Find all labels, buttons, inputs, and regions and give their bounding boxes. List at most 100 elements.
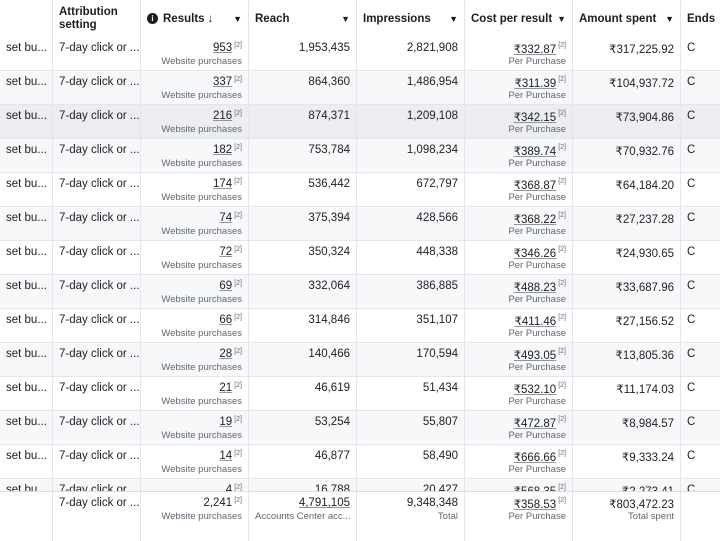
results-value[interactable]: 182	[213, 144, 232, 156]
results-value[interactable]: 74	[219, 212, 232, 224]
table-row[interactable]: set bu... 7-day click or ... 337 [2] Website…	[0, 71, 720, 105]
reach-cell: 375,394	[249, 207, 357, 241]
table-row[interactable]: set bu... 7-day click or ... 66 [2] Website …	[0, 309, 720, 343]
results-value[interactable]: 14	[219, 450, 232, 462]
results-value[interactable]: 72	[219, 246, 232, 258]
table-row[interactable]: set bu... 7-day click or ... 14 [2] Website …	[0, 445, 720, 479]
cost-cell: ₹472.87 [2] Per Purchase	[465, 411, 573, 445]
cost-cell: ₹532.10 [2] Per Purchase	[465, 377, 573, 411]
table-row[interactable]: set bu... 7-day click or ... 74 [2] Website …	[0, 207, 720, 241]
table-row[interactable]: set bu... 7-day click or ... 69 [2] Website …	[0, 275, 720, 309]
totals-cost[interactable]: ₹358.53	[514, 499, 557, 511]
amount-spent-cell: ₹27,156.52	[573, 309, 681, 343]
chevron-down-icon[interactable]: ▼	[341, 14, 350, 24]
table-row[interactable]: set bu... 7-day click or ... 953 [2] Website…	[0, 37, 720, 71]
amount-spent-cell: ₹11,174.03	[573, 377, 681, 411]
campaign-name[interactable]: set bu...	[6, 280, 47, 292]
cost-value[interactable]: ₹532.10	[514, 384, 557, 396]
cost-value[interactable]: ₹472.87	[514, 418, 557, 430]
results-value[interactable]: 174	[213, 178, 232, 190]
results-value[interactable]: 21	[219, 382, 232, 394]
cost-badge: [2]	[558, 76, 566, 83]
cost-value[interactable]: ₹488.23	[514, 282, 557, 294]
cost-value-wrap: ₹666.66 [2]	[471, 450, 566, 464]
cost-value[interactable]: ₹411.46	[515, 316, 557, 328]
cost-value[interactable]: ₹311.39	[515, 78, 557, 90]
cost-per-result-header[interactable]: Cost per result ▼	[465, 0, 573, 37]
table-row[interactable]: set bu... 7-day click or ... 182 [2] Website…	[0, 139, 720, 173]
table-row[interactable]: set bu... 7-day click or ... 216 [2] Website…	[0, 105, 720, 139]
campaign-name[interactable]: set bu...	[6, 416, 47, 428]
cost-value[interactable]: ₹332.87	[514, 44, 557, 56]
campaign-name[interactable]: set bu...	[6, 382, 47, 394]
ends-header[interactable]: Ends	[681, 0, 720, 37]
results-value[interactable]: 337	[213, 76, 232, 88]
totals-reach[interactable]: 4,791,105	[299, 497, 350, 509]
cost-value-wrap: ₹488.23 [2]	[471, 280, 566, 294]
amount-spent-cell: ₹73,904.86	[573, 105, 681, 139]
cost-value[interactable]: ₹346.26	[514, 248, 557, 260]
chevron-down-icon[interactable]: ▼	[665, 14, 674, 24]
amount-spent-value: ₹11,174.03	[616, 384, 674, 396]
cost-badge: [2]	[558, 314, 566, 321]
impressions-cell: 55,807	[357, 411, 465, 445]
ends-cell: C	[681, 173, 720, 207]
reach-cell: 53,254	[249, 411, 357, 445]
cost-value[interactable]: ₹368.87	[514, 180, 557, 192]
amount-spent-cell: ₹64,184.20	[573, 173, 681, 207]
cost-value[interactable]: ₹666.66	[514, 452, 557, 464]
campaign-name[interactable]: set bu...	[6, 314, 47, 326]
results-badge: [2]	[234, 348, 242, 355]
chevron-down-icon[interactable]: ▼	[233, 14, 242, 24]
table-row[interactable]: set bu... 7-day click or ... 21 [2] Website …	[0, 377, 720, 411]
table-row[interactable]: set bu... 7-day click or ... 174 [2] Website…	[0, 173, 720, 207]
campaign-name[interactable]: set bu...	[6, 144, 47, 156]
cost-cell: ₹368.22 [2] Per Purchase	[465, 207, 573, 241]
totals-results-sub: Website purchases	[161, 511, 242, 522]
campaign-name-cell: set bu...	[0, 105, 53, 139]
cost-sub: Per Purchase	[508, 192, 566, 203]
impressions-cell: 1,098,234	[357, 139, 465, 173]
results-value[interactable]: 19	[219, 416, 232, 428]
results-header[interactable]: i Results ↓ ▼	[141, 0, 249, 37]
chevron-down-icon[interactable]: ▼	[557, 14, 566, 24]
results-value[interactable]: 69	[219, 280, 232, 292]
campaign-name[interactable]: set bu...	[6, 42, 47, 54]
cost-value[interactable]: ₹493.05	[514, 350, 557, 362]
info-icon[interactable]: i	[147, 13, 158, 24]
attribution-header[interactable]: Attribution setting	[53, 0, 141, 37]
amount-spent-header[interactable]: Amount spent ▼	[573, 0, 681, 37]
attribution-cell: 7-day click or ...	[53, 37, 141, 71]
chevron-down-icon[interactable]: ▼	[449, 14, 458, 24]
amount-spent-value: ₹64,184.20	[615, 180, 674, 192]
campaign-name-header[interactable]	[0, 0, 53, 37]
cost-cell: ₹332.87 [2] Per Purchase	[465, 37, 573, 71]
campaign-name[interactable]: set bu...	[6, 178, 47, 190]
campaign-name[interactable]: set bu...	[6, 76, 47, 88]
reach-value: 46,619	[314, 382, 350, 394]
cost-value[interactable]: ₹342.15	[514, 112, 557, 124]
cost-value[interactable]: ₹368.22	[514, 214, 557, 226]
reach-header[interactable]: Reach ▼	[249, 0, 357, 37]
results-value[interactable]: 216	[213, 110, 232, 122]
ends-header-label: Ends	[687, 12, 716, 25]
cost-value[interactable]: ₹389.74	[514, 146, 557, 158]
impressions-value: 428,566	[416, 212, 458, 224]
table-row[interactable]: set bu... 7-day click or ... 28 [2] Website …	[0, 343, 720, 377]
campaign-name[interactable]: set bu...	[6, 450, 47, 462]
campaign-name[interactable]: set bu...	[6, 212, 47, 224]
results-sub: Website purchases	[161, 396, 242, 407]
amount-spent-value: ₹8,984.57	[621, 418, 674, 430]
campaign-name[interactable]: set bu...	[6, 348, 47, 360]
cost-badge: [2]	[558, 42, 566, 49]
campaign-name[interactable]: set bu...	[6, 110, 47, 122]
table-row[interactable]: set bu... 7-day click or ... 19 [2] Website …	[0, 411, 720, 445]
impressions-value: 1,209,108	[406, 110, 458, 122]
campaign-name[interactable]: set bu...	[6, 246, 47, 258]
results-value[interactable]: 28	[219, 348, 232, 360]
table-row[interactable]: set bu... 7-day click or ... 72 [2] Website …	[0, 241, 720, 275]
reach-cell: 1,953,435	[249, 37, 357, 71]
results-value[interactable]: 953	[213, 42, 232, 54]
results-value[interactable]: 66	[219, 314, 232, 326]
impressions-header[interactable]: Impressions ▼	[357, 0, 465, 37]
